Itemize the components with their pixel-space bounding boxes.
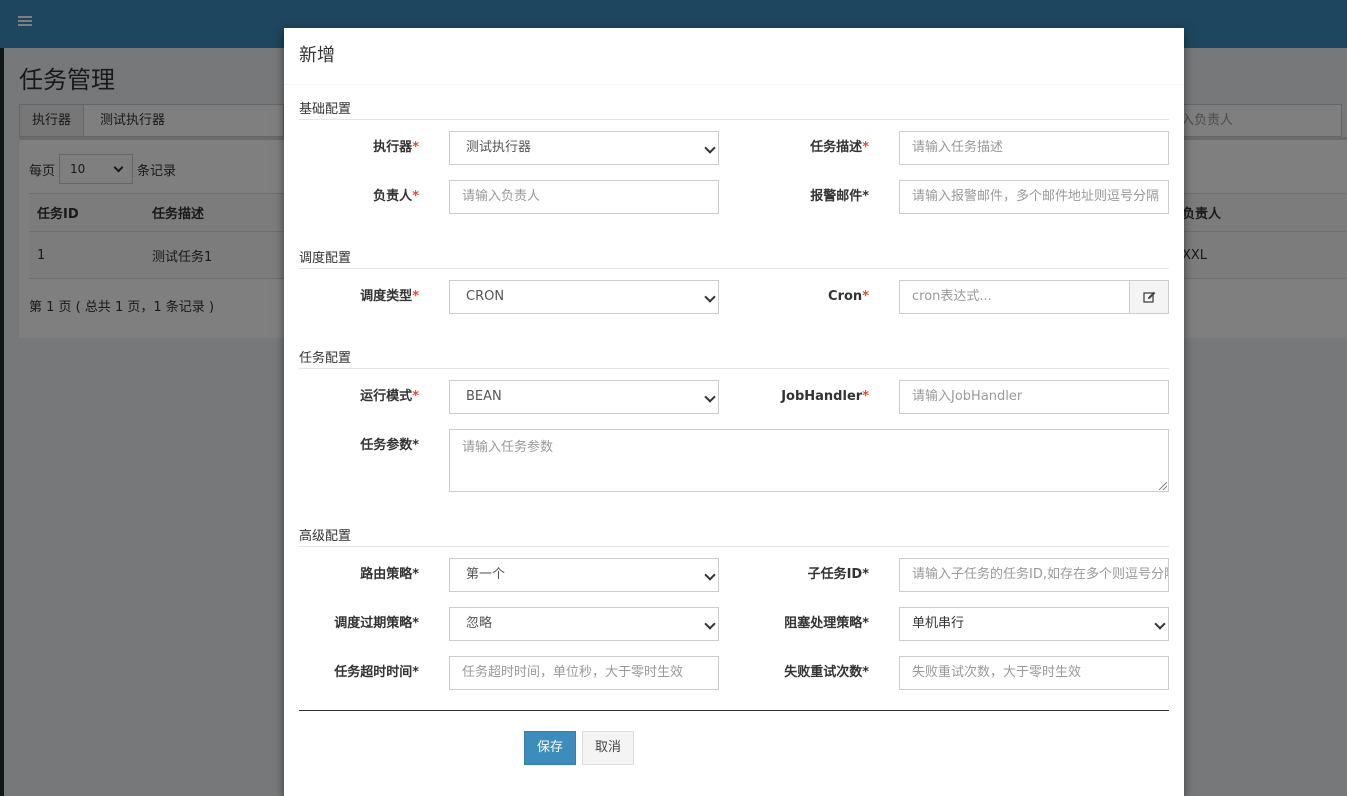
section-basic-config: 基础配置 xyxy=(299,101,1169,120)
resize-handle-icon[interactable] xyxy=(1159,482,1167,490)
route-strategy-value: 第一个 xyxy=(466,567,506,582)
job-handler-label: JobHandler* xyxy=(781,389,869,404)
fail-retry-input[interactable]: 失败重试次数，大于零时生效 xyxy=(899,656,1169,690)
job-param-textarea[interactable]: 请输入任务参数 xyxy=(449,429,1169,492)
chevron-down-icon xyxy=(704,391,716,403)
glue-type-value: BEAN xyxy=(466,389,502,404)
misfire-strategy-select[interactable]: 忽略 xyxy=(449,607,719,641)
glue-type-label: 运行模式* xyxy=(360,389,419,404)
section-advanced-config: 高级配置 xyxy=(299,528,1169,547)
job-desc-label: 任务描述* xyxy=(810,140,869,155)
child-job-id-label: 子任务ID* xyxy=(807,567,869,582)
executor-select[interactable]: 测试执行器 xyxy=(449,131,719,165)
executor-label: 执行器* xyxy=(373,140,419,155)
chevron-down-icon xyxy=(1154,618,1166,630)
form-divider xyxy=(299,710,1169,711)
schedule-type-value: CRON xyxy=(466,289,505,304)
child-job-id-input[interactable]: 请输入子任务的任务ID,如存在多个则逗号分隔 xyxy=(899,558,1169,592)
job-param-placeholder: 请输入任务参数 xyxy=(462,440,554,455)
cron-generator-button[interactable] xyxy=(1129,280,1169,314)
job-param-label: 任务参数* xyxy=(360,438,419,453)
glue-type-select[interactable]: BEAN xyxy=(449,380,719,414)
job-desc-input[interactable]: 请输入任务描述 xyxy=(899,131,1169,165)
author-label: 负责人* xyxy=(373,189,419,204)
timeout-input[interactable]: 任务超时时间，单位秒，大于零时生效 xyxy=(449,656,719,690)
schedule-type-label: 调度类型* xyxy=(360,289,419,304)
misfire-strategy-value: 忽略 xyxy=(466,616,493,631)
executor-select-value: 测试执行器 xyxy=(466,140,532,155)
block-strategy-value: 单机串行 xyxy=(912,616,965,631)
chevron-down-icon xyxy=(704,618,716,630)
alarm-email-input[interactable]: 请输入报警邮件，多个邮件地址则逗号分隔 xyxy=(899,180,1169,214)
job-handler-input[interactable]: 请输入JobHandler xyxy=(899,380,1169,414)
section-job-config: 任务配置 xyxy=(299,350,1169,369)
add-job-modal: 新增 基础配置 执行器* 测试执行器 任务描述* 请输入任务描述 负责人* 请输… xyxy=(284,28,1184,796)
block-strategy-label: 阻塞处理策略* xyxy=(784,616,869,631)
author-input[interactable]: 请输入负责人 xyxy=(449,180,719,214)
chevron-down-icon xyxy=(704,291,716,303)
misfire-strategy-label: 调度过期策略* xyxy=(334,616,419,631)
section-schedule-config: 调度配置 xyxy=(299,250,1169,269)
alarm-email-label: 报警邮件* xyxy=(810,189,869,204)
save-button[interactable]: 保存 xyxy=(524,731,577,765)
route-strategy-select[interactable]: 第一个 xyxy=(449,558,719,592)
block-strategy-select[interactable]: 单机串行 xyxy=(899,607,1169,641)
timeout-label: 任务超时时间* xyxy=(334,665,419,680)
modal-title: 新增 xyxy=(299,45,335,66)
chevron-down-icon xyxy=(704,142,716,154)
modal-header: 新增 xyxy=(284,28,1184,85)
route-strategy-label: 路由策略* xyxy=(360,567,419,582)
schedule-type-select[interactable]: CRON xyxy=(449,280,719,314)
fail-retry-label: 失败重试次数* xyxy=(784,665,869,680)
edit-icon xyxy=(1142,291,1155,303)
cron-input[interactable]: cron表达式... xyxy=(899,280,1130,314)
cancel-button[interactable]: 取消 xyxy=(582,731,635,765)
cron-label: Cron* xyxy=(828,289,869,304)
chevron-down-icon xyxy=(704,569,716,581)
